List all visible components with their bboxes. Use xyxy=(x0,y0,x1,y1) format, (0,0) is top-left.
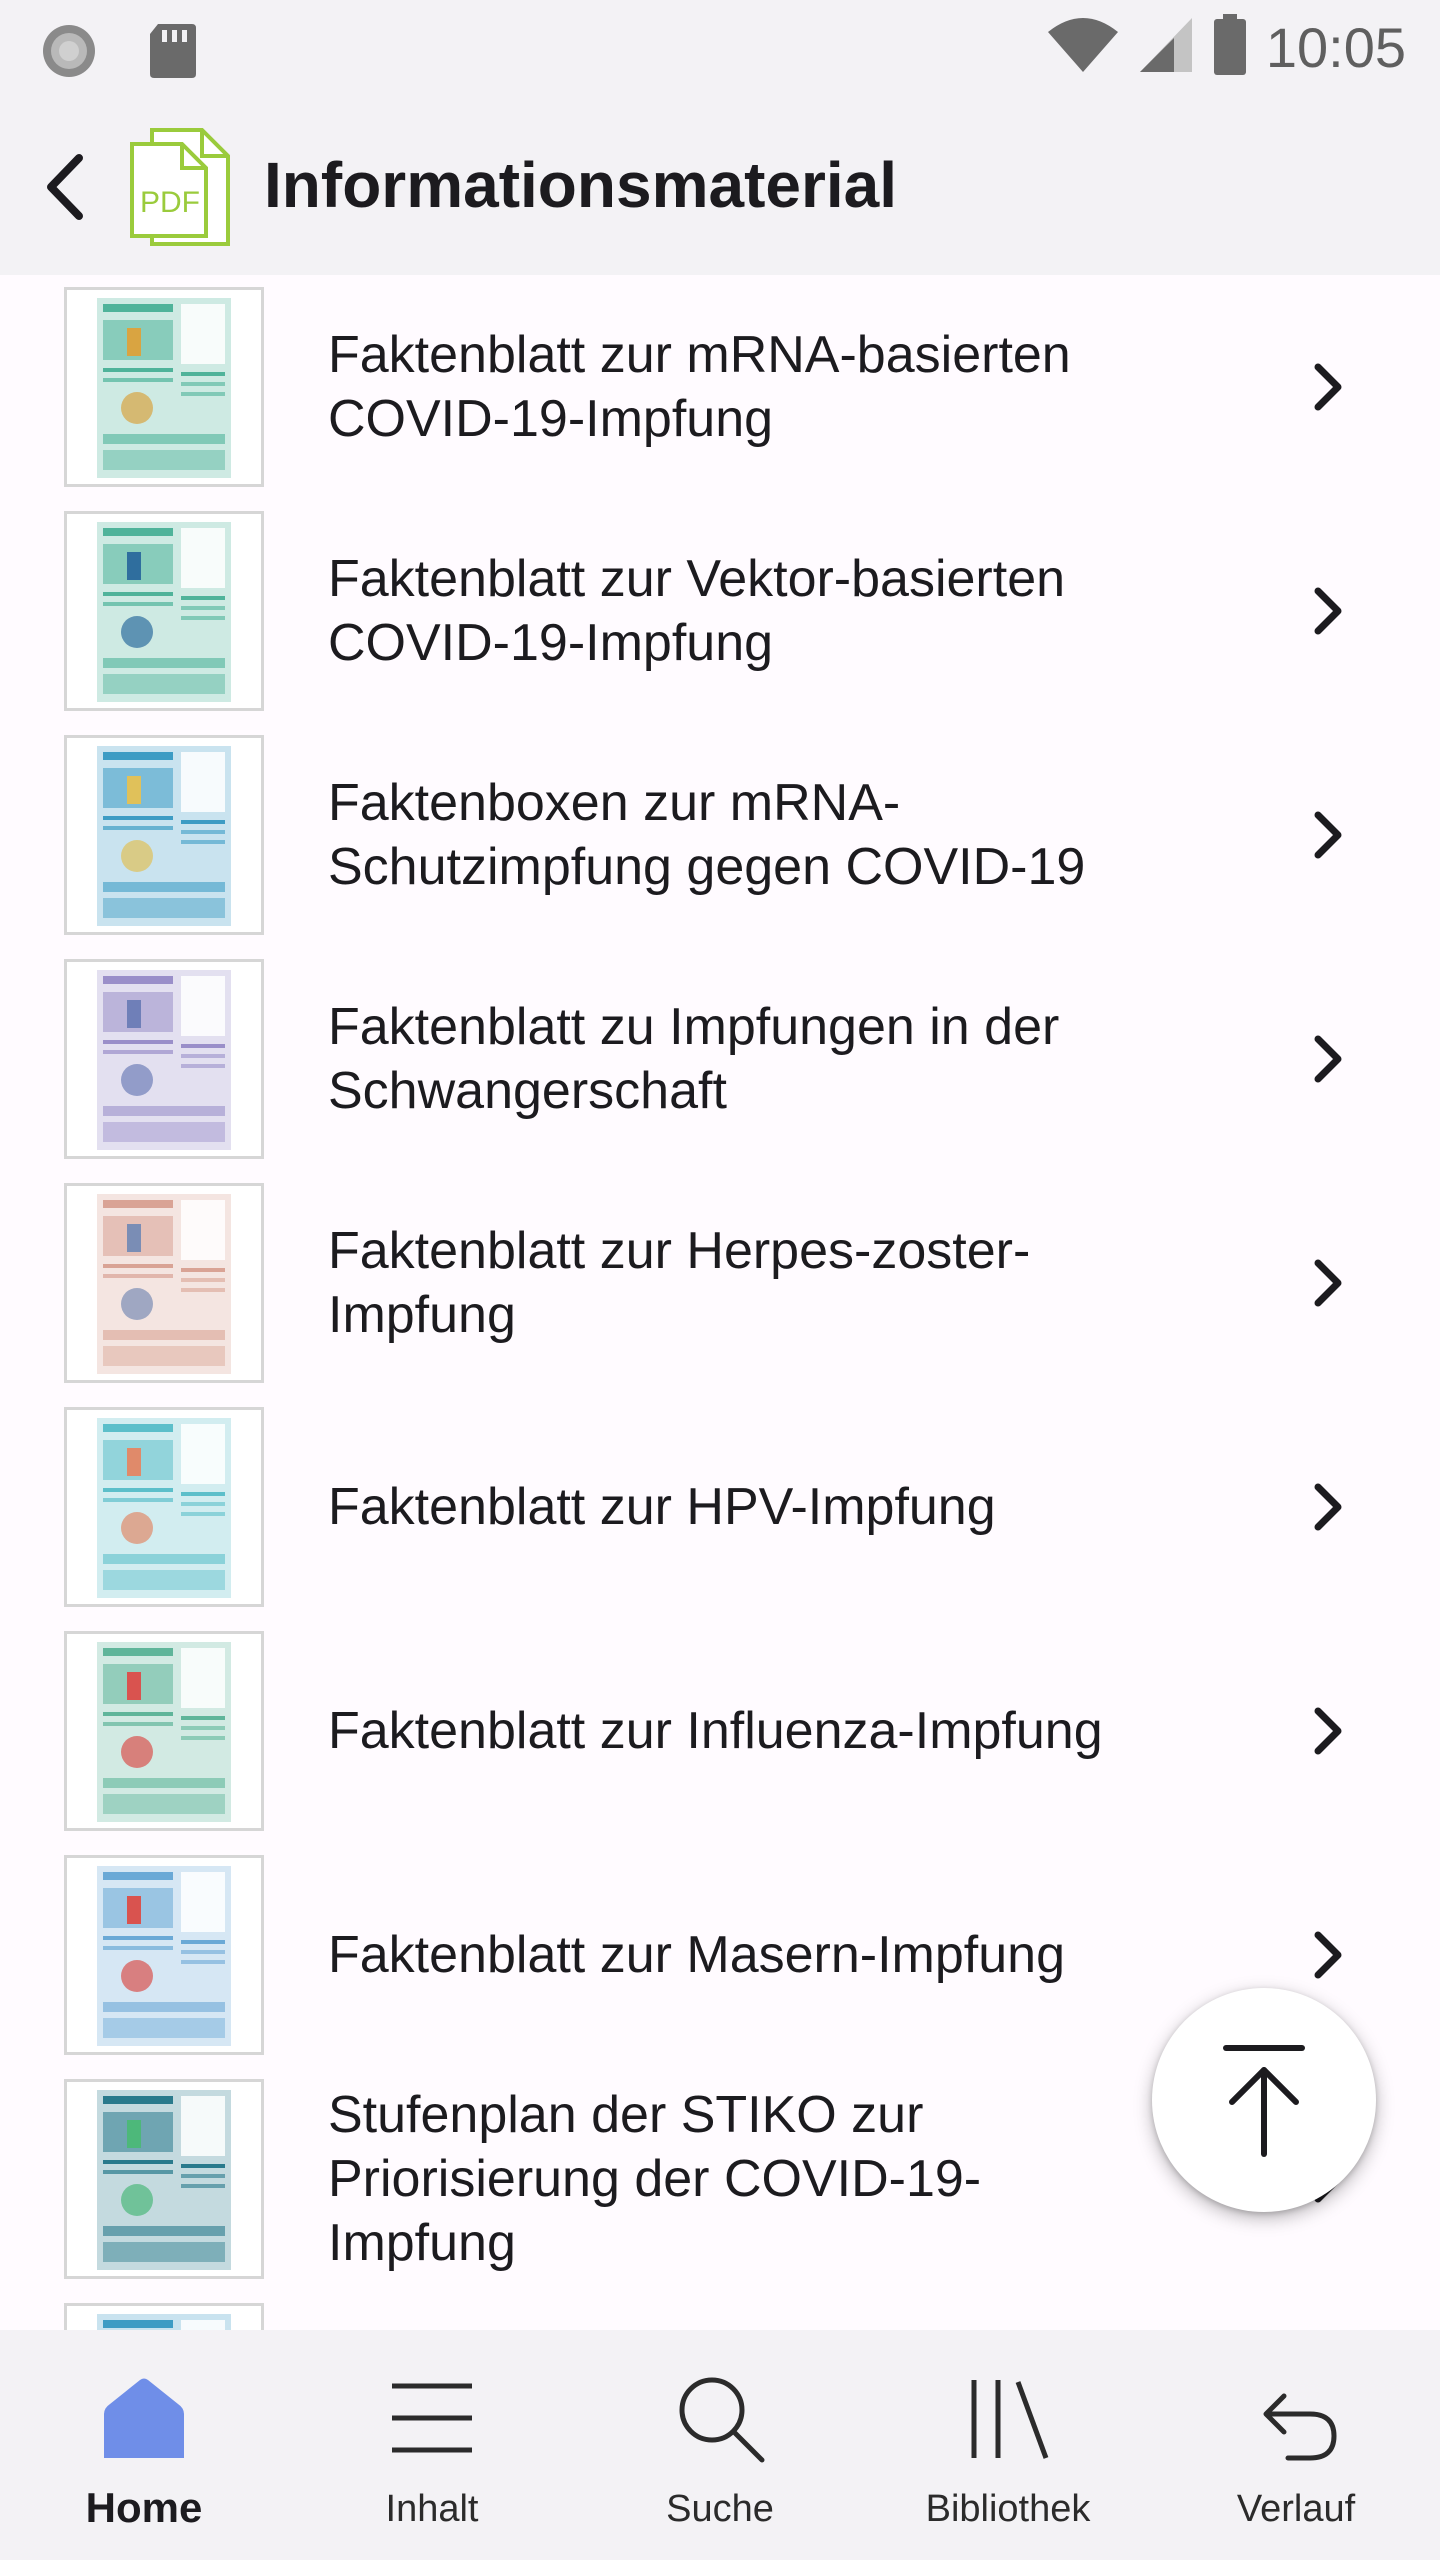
list-item[interactable]: Faktenblatt zur HPV-Impfung xyxy=(0,1395,1440,1619)
cellular-signal-icon xyxy=(1138,16,1194,79)
chevron-right-icon xyxy=(1314,1035,1342,1083)
nav-bibliothek-label: Bibliothek xyxy=(925,2488,1091,2530)
list-item-title: Faktenblatt zur Vektor-basierten COVID-1… xyxy=(328,550,1066,672)
list-item-title: Faktenblatt zur Influenza-Impfung xyxy=(328,1702,1103,1760)
back-arrow-icon xyxy=(47,154,83,220)
library-icon xyxy=(971,2380,1049,2459)
list-item-title: Faktenblatt zur HPV-Impfung xyxy=(328,1478,996,1536)
scroll-to-top-icon xyxy=(1223,2045,1305,2157)
list-item[interactable]: Faktenblatt zur Herpes-zoster- Impfung xyxy=(0,1171,1440,1395)
nav-inhalt-label: Inhalt xyxy=(385,2488,479,2530)
document-thumbnail-preview xyxy=(97,1194,231,1374)
history-undo-icon xyxy=(1263,2393,1337,2461)
menu-lines-icon xyxy=(392,2383,472,2453)
document-thumbnail-preview xyxy=(97,1866,231,2046)
document-thumbnail-preview xyxy=(97,522,231,702)
sync-icon xyxy=(40,22,98,85)
document-thumbnail xyxy=(64,1183,264,1383)
status-time: 10:05 xyxy=(1265,16,1406,79)
document-thumbnail xyxy=(64,511,264,711)
document-thumbnail xyxy=(64,1855,264,2055)
document-thumbnail-preview xyxy=(97,746,231,926)
nav-home[interactable]: Home xyxy=(0,2330,288,2560)
document-thumbnail-preview xyxy=(97,298,231,478)
chevron-right-icon xyxy=(1314,1259,1342,1307)
list-item[interactable] xyxy=(0,2291,1440,2330)
svg-text:PDF: PDF xyxy=(140,186,200,219)
home-icon xyxy=(104,2378,184,2458)
nav-verlauf[interactable]: Verlauf xyxy=(1152,2330,1440,2560)
pdf-document-icon: PDF xyxy=(128,126,232,250)
chevron-right-icon xyxy=(1314,1483,1342,1531)
document-thumbnail-preview xyxy=(97,1642,231,1822)
chevron-right-icon xyxy=(1314,587,1342,635)
nav-home-label: Home xyxy=(85,2484,203,2531)
bottom-navigation: Home Inhalt Suche Bibliothek Verlauf xyxy=(0,2330,1440,2560)
chevron-right-icon xyxy=(1314,363,1342,411)
document-thumbnail xyxy=(64,1407,264,1607)
list-item-title: Faktenboxen zur mRNA- Schutzimpfung gege… xyxy=(328,774,1086,896)
chevron-right-icon xyxy=(1314,811,1342,859)
document-thumbnail xyxy=(64,959,264,1159)
nav-suche[interactable]: Suche xyxy=(576,2330,864,2560)
chevron-right-icon xyxy=(1314,1931,1342,1979)
list-item[interactable]: Faktenblatt zu Impfungen in der Schwange… xyxy=(0,947,1440,1171)
document-thumbnail-preview xyxy=(97,2090,231,2270)
list-item[interactable]: Faktenblatt zur Influenza-Impfung xyxy=(0,1619,1440,1843)
document-thumbnail xyxy=(64,287,264,487)
list-item-title: Faktenblatt zur Masern-Impfung xyxy=(328,1926,1065,1984)
list-item-title: Stufenplan der STIKO zur Priorisierung d… xyxy=(328,2086,982,2272)
nav-inhalt[interactable]: Inhalt xyxy=(288,2330,576,2560)
document-thumbnail-preview xyxy=(97,1418,231,1598)
scroll-to-top-button[interactable] xyxy=(1152,1988,1376,2212)
document-thumbnail xyxy=(64,1631,264,1831)
back-button[interactable] xyxy=(22,142,112,232)
document-thumbnail-preview xyxy=(97,970,231,1150)
home-icon-fill xyxy=(104,2378,184,2458)
list-item[interactable]: Faktenblatt zur Vektor-basierten COVID-1… xyxy=(0,499,1440,723)
wifi-icon xyxy=(1046,16,1120,79)
list-item-title: Faktenblatt zur mRNA-basierten COVID-19-… xyxy=(328,326,1071,448)
status-bar: 10:05 xyxy=(0,0,1440,100)
list-item[interactable]: Faktenblatt zur mRNA-basierten COVID-19-… xyxy=(0,275,1440,499)
sd-card-icon xyxy=(148,22,198,85)
document-thumbnail xyxy=(64,2303,264,2330)
chevron-right-icon xyxy=(1314,1707,1342,1755)
document-thumbnail xyxy=(64,2079,264,2279)
app-bar: PDF Informationsmaterial xyxy=(0,100,1440,275)
nav-bibliothek[interactable]: Bibliothek xyxy=(864,2330,1152,2560)
list-item-title: Faktenblatt zur Herpes-zoster- Impfung xyxy=(328,1222,1031,1344)
list-item-title: Faktenblatt zu Impfungen in der Schwange… xyxy=(328,998,1060,1120)
nav-suche-label: Suche xyxy=(666,2488,774,2530)
document-thumbnail-preview xyxy=(97,2314,231,2330)
nav-verlauf-label: Verlauf xyxy=(1236,2488,1356,2530)
search-icon xyxy=(679,2377,765,2463)
page-title: Informationsmaterial xyxy=(264,149,898,221)
battery-icon xyxy=(1212,14,1248,81)
document-thumbnail xyxy=(64,735,264,935)
list-item[interactable]: Faktenboxen zur mRNA- Schutzimpfung gege… xyxy=(0,723,1440,947)
